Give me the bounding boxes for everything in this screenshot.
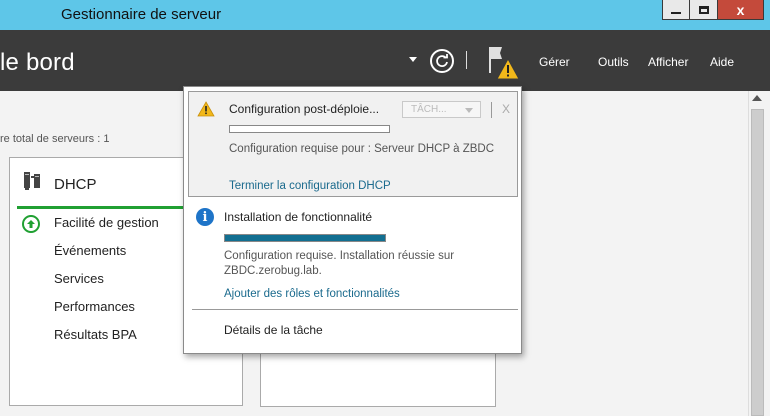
notifications-button[interactable]: [486, 45, 520, 81]
tile-item-performance[interactable]: Performances: [54, 299, 135, 314]
minimize-button[interactable]: [662, 0, 690, 20]
flyout-divider: [192, 309, 518, 310]
dashboard-header: le bord Gérer Outils Afficher Aide: [0, 30, 770, 91]
vertical-scrollbar[interactable]: [748, 91, 766, 416]
close-button[interactable]: x: [718, 0, 764, 20]
notification-text-2a: Configuration requise. Installation réus…: [224, 250, 455, 262]
dismiss-button[interactable]: X: [502, 102, 510, 116]
close-icon: x: [736, 1, 745, 18]
dhcp-role-icon: [24, 172, 40, 190]
menu-outils[interactable]: Outils: [598, 55, 629, 69]
complete-dhcp-config-link[interactable]: Terminer la configuration DHCP: [229, 180, 391, 192]
notification-text: Configuration requise pour : Serveur DHC…: [229, 143, 495, 155]
notification-post-deployment: Configuration post-déploie... TÂCH... X …: [188, 91, 518, 197]
scroll-up-icon[interactable]: [752, 95, 762, 101]
maximize-button[interactable]: [690, 0, 718, 20]
window-title: Gestionnaire de serveur: [61, 6, 222, 23]
flag-warning-icon: [489, 47, 520, 80]
minimize-icon: [671, 11, 681, 14]
notifications-flyout: Configuration post-déploie... TÂCH... X …: [183, 86, 522, 354]
status-ok-icon: [22, 215, 40, 233]
window-titlebar: Gestionnaire de serveur x: [0, 0, 770, 30]
maximize-icon: [698, 5, 709, 14]
progress-fill-2: [225, 235, 385, 241]
header-separator: [466, 51, 467, 69]
server-count-label: re total de serveurs : 1: [0, 133, 110, 145]
tile-item-manageability[interactable]: Facilité de gestion: [54, 215, 159, 230]
page-title: le bord: [0, 49, 75, 76]
menu-aide[interactable]: Aide: [710, 55, 734, 69]
notification-title: Configuration post-déploie...: [229, 102, 380, 116]
notification-separator: [491, 102, 492, 118]
refresh-icon: [436, 54, 448, 67]
window-controls: x: [662, 0, 764, 22]
notification-title-2: Installation de fonctionnalité: [224, 210, 373, 224]
warning-icon: [197, 101, 215, 117]
scroll-thumb[interactable]: [751, 109, 764, 416]
chevron-down-icon: [465, 108, 473, 113]
menu-gerer[interactable]: Gérer: [539, 55, 570, 69]
tile-item-services[interactable]: Services: [54, 271, 104, 286]
menu-afficher[interactable]: Afficher: [648, 55, 688, 69]
tile-item-bpa-results[interactable]: Résultats BPA: [54, 327, 137, 342]
notification-text-2b: ZBDC.zerobug.lab.: [224, 265, 322, 277]
role-tile-title: DHCP: [54, 176, 97, 193]
info-icon: i: [196, 208, 214, 226]
task-dropdown-label: TÂCH...: [411, 104, 447, 115]
tile-item-events[interactable]: Événements: [54, 243, 126, 258]
navigation-dropdown-icon[interactable]: [409, 57, 417, 62]
progress-bar: [229, 125, 390, 133]
progress-bar-2: [224, 234, 386, 242]
task-dropdown[interactable]: TÂCH...: [402, 101, 481, 118]
task-details-link[interactable]: Détails de la tâche: [224, 323, 323, 337]
add-roles-features-link[interactable]: Ajouter des rôles et fonctionnalités: [224, 288, 400, 300]
refresh-button[interactable]: [430, 49, 454, 73]
